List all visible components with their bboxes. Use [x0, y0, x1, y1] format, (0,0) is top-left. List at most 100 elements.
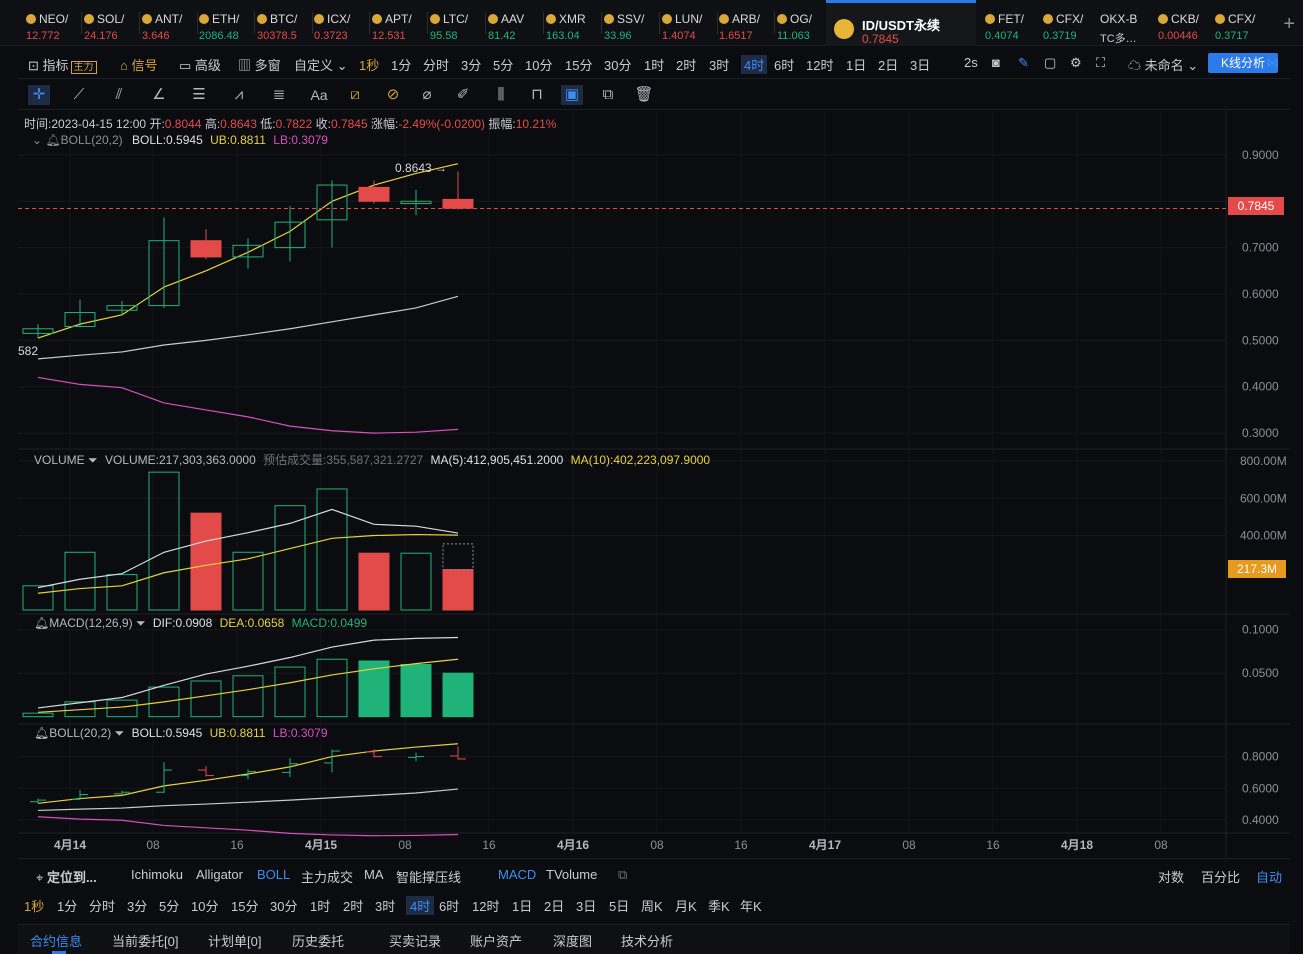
ticker-item[interactable]: SOL/24.176: [84, 0, 140, 46]
percent-scale-button[interactable]: 百分比: [1201, 867, 1240, 886]
trend-line-icon[interactable]: ⟋: [68, 85, 90, 105]
advanced-button[interactable]: ▭ 高级: [179, 55, 221, 74]
interval-option[interactable]: 1分: [391, 55, 411, 74]
ticker-item[interactable]: CFX/0.3719: [1043, 0, 1099, 46]
interval-option[interactable]: 分时: [423, 55, 449, 74]
trash-icon[interactable]: 🗑: [633, 85, 655, 105]
ticker-item[interactable]: LUN/1.4074: [662, 0, 718, 46]
share-icon[interactable]: ⋈: [1266, 55, 1279, 71]
period-option[interactable]: 5日: [609, 896, 629, 915]
boll-main-legend[interactable]: ⌄ 🔔︎BOLL(20,2) BOLL:0.5945 UB:0.8811 LB:…: [32, 133, 328, 147]
sub-indicator-option[interactable]: MACD: [498, 867, 536, 882]
period-option[interactable]: 2时: [343, 896, 363, 915]
interval-option[interactable]: 6时: [774, 55, 794, 74]
period-option[interactable]: 5分: [159, 896, 179, 915]
ticker-item[interactable]: BTC/30378.5: [257, 0, 313, 46]
interval-option[interactable]: 1秒: [359, 55, 379, 74]
interval-option[interactable]: 10分: [525, 55, 552, 74]
locate-button[interactable]: ⌖ 定位到...: [36, 867, 97, 886]
bottom-tab[interactable]: 买卖记录: [389, 931, 441, 950]
layout-dropdown[interactable]: ☁ 未命名 ⌄: [1128, 55, 1198, 74]
ticker-item[interactable]: OG/11.063: [777, 0, 833, 46]
indicator-button[interactable]: ⊡ 指标 主力: [28, 55, 97, 74]
period-option[interactable]: 12时: [472, 896, 499, 915]
bottom-tab[interactable]: 当前委托[0]: [112, 931, 178, 950]
bottom-tab[interactable]: 深度图: [553, 931, 592, 950]
settings-icon[interactable]: ⚙: [1070, 55, 1082, 71]
ticker-item[interactable]: NEO/12.772: [26, 0, 82, 46]
parallel-lines-icon[interactable]: ⫽: [108, 85, 130, 105]
pen-icon[interactable]: ✎: [1018, 55, 1029, 71]
bottom-tab[interactable]: 账户资产: [470, 931, 522, 950]
indicator-option[interactable]: Ichimoku: [131, 867, 183, 882]
interval-option[interactable]: 1时: [644, 55, 664, 74]
pattern-icon[interactable]: ⩘: [228, 85, 250, 105]
interval-option[interactable]: 5分: [493, 55, 513, 74]
period-option[interactable]: 1分: [57, 896, 77, 915]
edit-indicators-icon[interactable]: ⧉: [618, 867, 627, 883]
interval-option[interactable]: 3时: [709, 55, 729, 74]
visibility-icon[interactable]: ▣: [561, 85, 583, 105]
period-option[interactable]: 3时: [375, 896, 395, 915]
ticker-item[interactable]: ICX/0.3723: [314, 0, 370, 46]
period-option[interactable]: 1时: [310, 896, 330, 915]
period-option[interactable]: 1秒: [24, 896, 44, 915]
interval-option[interactable]: 2时: [676, 55, 696, 74]
crosshair-icon[interactable]: ✛: [28, 85, 50, 105]
ticker-item[interactable]: APT/12.531: [372, 0, 428, 46]
auto-scale-button[interactable]: 自动: [1256, 867, 1282, 886]
horizontal-lines-icon[interactable]: ☰: [188, 85, 210, 105]
ticker-item[interactable]: FET/0.4074: [985, 0, 1041, 46]
ticker-item[interactable]: SSV/33.96: [604, 0, 660, 46]
refresh-rate[interactable]: 2s: [964, 55, 978, 70]
ticker-item[interactable]: OKX-B TC多…: [1100, 0, 1156, 46]
custom-dropdown[interactable]: 自定义 ⌄: [294, 55, 348, 74]
ticker-item-active[interactable]: ID/USDT永续 0.7845: [826, 0, 976, 46]
bottom-tab[interactable]: 合约信息: [30, 931, 82, 950]
interval-option[interactable]: 3分: [461, 55, 481, 74]
interval-option[interactable]: 15分: [565, 55, 592, 74]
interval-option[interactable]: 2日: [878, 55, 898, 74]
signal-button[interactable]: ⌂ 信号: [120, 55, 157, 74]
lock-icon[interactable]: ⊓: [526, 85, 548, 105]
period-option[interactable]: 3分: [127, 896, 147, 915]
compare-icon[interactable]: ⫼: [490, 85, 512, 105]
camera-icon[interactable]: ◙: [992, 55, 1000, 70]
volume-legend[interactable]: VOLUME ⏷ VOLUME:217,303,363.0000 预估成交量:3…: [34, 451, 710, 468]
period-option[interactable]: 3日: [576, 896, 596, 915]
indicator-option[interactable]: 主力成交: [301, 867, 353, 886]
interval-option[interactable]: 30分: [604, 55, 631, 74]
ticker-item[interactable]: ETH/2086.48: [199, 0, 255, 46]
indicator-option[interactable]: Alligator: [196, 867, 243, 882]
macd-legend[interactable]: 🔔︎MACD(12,26,9) ⏷ DIF:0.0908 DEA:0.0658 …: [34, 616, 367, 631]
ticker-item[interactable]: LTC/95.58: [430, 0, 486, 46]
text-icon[interactable]: Aa: [308, 85, 330, 105]
kline-chart[interactable]: 0.9000 0.8000 0.7000 0.6000 0.5000 0.4000 0.30…: [18, 111, 1290, 857]
interval-option[interactable]: 3日: [910, 55, 930, 74]
indicator-option[interactable]: MA: [364, 867, 384, 882]
add-ticker-icon[interactable]: +: [1283, 13, 1295, 36]
interval-option[interactable]: 1日: [846, 55, 866, 74]
comment-icon[interactable]: ▢: [1044, 55, 1056, 71]
fullscreen-icon[interactable]: ⛶: [1096, 55, 1105, 71]
edit-layer-icon[interactable]: ⧉: [597, 85, 619, 105]
period-option[interactable]: 4时: [406, 896, 435, 915]
indicator-option[interactable]: 智能撑压线: [396, 867, 461, 886]
fibonacci-icon[interactable]: ≣: [268, 85, 290, 105]
boll-panel-legend[interactable]: 🔔︎BOLL(20,2) ⏷ BOLL:0.5945 UB:0.8811 LB:…: [34, 726, 328, 741]
sub-indicator-option[interactable]: TVolume: [546, 867, 597, 882]
interval-option[interactable]: 12时: [806, 55, 833, 74]
bottom-tab[interactable]: 计划单[0]: [208, 931, 261, 950]
ticker-item[interactable]: ARB/1.6517: [719, 0, 775, 46]
period-option[interactable]: 6时: [439, 896, 459, 915]
period-option[interactable]: 季K: [708, 896, 730, 915]
log-scale-button[interactable]: 对数: [1158, 867, 1184, 886]
period-option[interactable]: 年K: [740, 896, 762, 915]
ticker-item[interactable]: XMR 163.04: [546, 0, 602, 46]
period-option[interactable]: 15分: [231, 896, 258, 915]
ticker-item[interactable]: AAV 81.42: [488, 0, 544, 46]
chart-canvas[interactable]: 0.9000 0.8000 0.7000 0.6000 0.5000 0.4000 0.30…: [18, 111, 1290, 857]
ticker-item[interactable]: CKB/0.00446: [1158, 0, 1214, 46]
bottom-tab[interactable]: 历史委托: [292, 931, 344, 950]
bottom-tab[interactable]: 技术分析: [621, 931, 673, 950]
